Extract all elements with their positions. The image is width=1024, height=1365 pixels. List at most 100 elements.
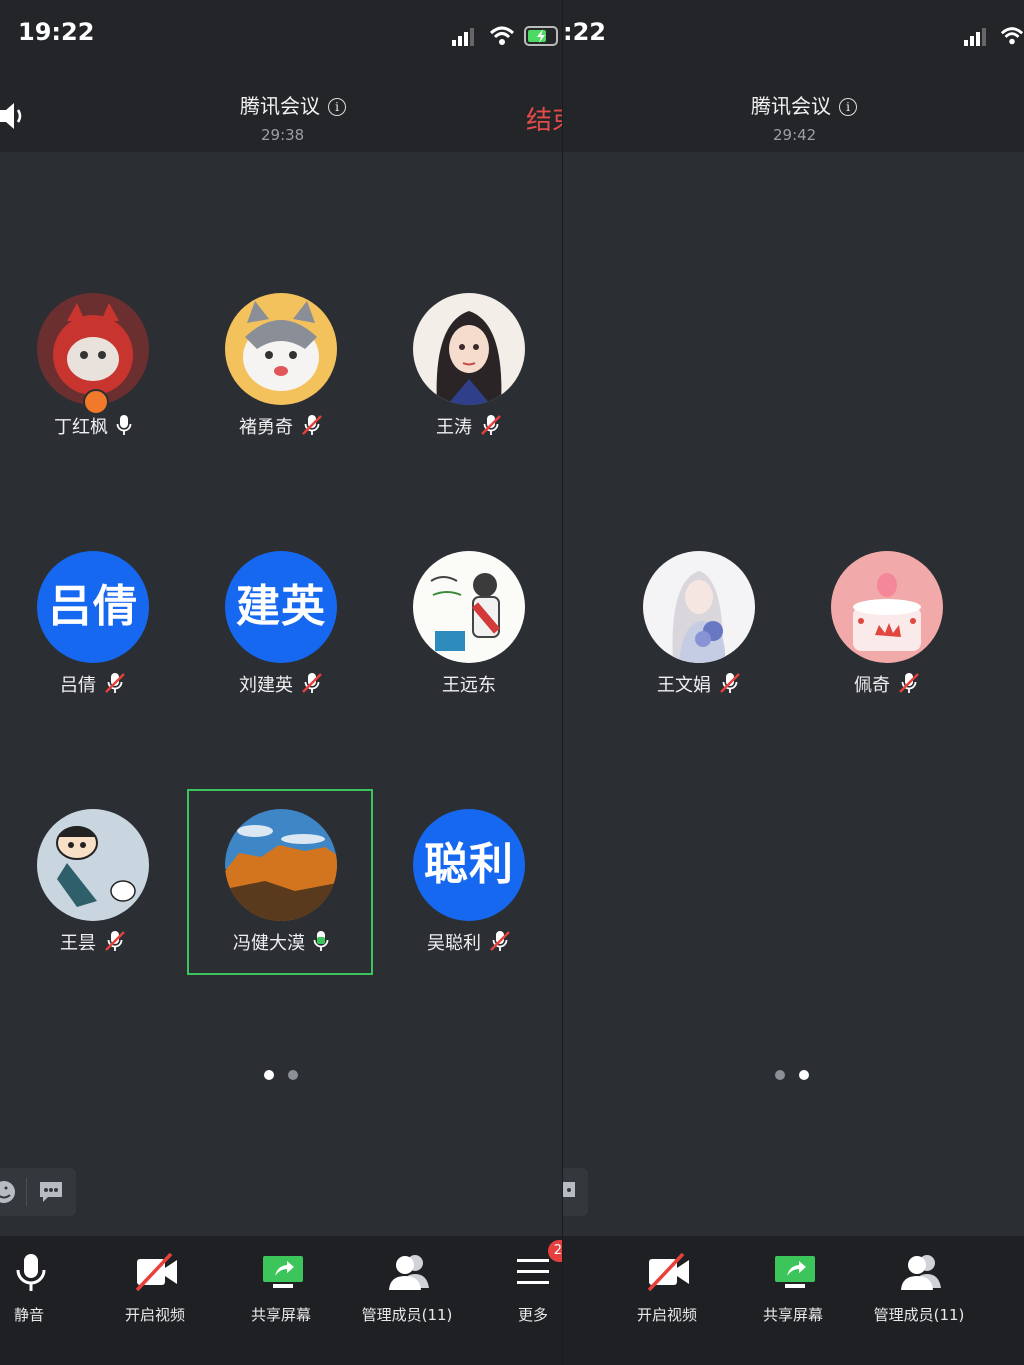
- cellular-signal-icon: [964, 28, 986, 46]
- meeting-title-text: 腾讯会议: [751, 94, 831, 118]
- video-off-icon: [135, 1252, 177, 1292]
- participant-tile[interactable]: 王文娟: [609, 551, 789, 721]
- manage-members-button[interactable]: 管理成员(11): [859, 1246, 979, 1336]
- chat-quick-bar: [563, 1168, 588, 1216]
- avatar: [643, 551, 755, 663]
- participant-tile[interactable]: 佩奇: [797, 551, 977, 721]
- chat-icon[interactable]: [563, 1180, 577, 1204]
- start-video-button[interactable]: 开启视频: [95, 1246, 215, 1336]
- mic-muted-icon: [489, 930, 511, 952]
- page-indicator[interactable]: [257, 1065, 305, 1084]
- meeting-title[interactable]: 腾讯会议 i: [240, 90, 346, 119]
- speaker-icon[interactable]: [0, 100, 26, 132]
- mic-icon: [16, 1254, 46, 1291]
- avatar: [831, 551, 943, 663]
- girl-flowers-avatar-image: [643, 551, 755, 663]
- start-video-label: 开启视频: [124, 1306, 185, 1324]
- meeting-title[interactable]: 腾讯会议 i: [751, 90, 857, 119]
- mic-muted-icon: [104, 930, 126, 952]
- start-video-button[interactable]: 开启视频: [607, 1246, 727, 1336]
- mic-muted-icon: [301, 414, 323, 436]
- video-off-icon: [647, 1252, 689, 1292]
- girl-avatar-image: [413, 293, 525, 405]
- cartoon-avatar-image: [37, 809, 149, 921]
- more-button[interactable]: 21 更多: [473, 1240, 562, 1336]
- avatar-initials: 建英: [225, 551, 337, 663]
- participant-tile[interactable]: 王昙: [3, 809, 183, 979]
- top-bar: :22 腾讯会议 i 29:42: [563, 0, 1024, 152]
- husky-avatar-image: [225, 293, 337, 405]
- mic-on-icon: [116, 414, 132, 436]
- participant-tile[interactable]: 王远东: [379, 551, 559, 721]
- participant-tile[interactable]: 聪利 吴聪利: [379, 809, 559, 979]
- manage-members-button[interactable]: 管理成员(11): [347, 1246, 467, 1336]
- host-badge-icon: [83, 389, 109, 415]
- members-icon: [901, 1255, 941, 1290]
- sketch-avatar-image: [413, 551, 525, 663]
- info-icon[interactable]: i: [328, 98, 346, 116]
- avatar: [413, 551, 525, 663]
- status-time: 19:22: [18, 18, 95, 46]
- bottom-toolbar: 静音 开启视频 共享屏幕 管理成员(11) 2 更多: [0, 1236, 562, 1365]
- bottom-toolbar: 开启视频 共享屏幕 管理成员(11): [563, 1236, 1024, 1365]
- share-screen-button[interactable]: 共享屏幕: [733, 1246, 853, 1336]
- meeting-timer: 29:42: [773, 126, 817, 144]
- participant-tile[interactable]: 丁红枫: [3, 293, 183, 463]
- info-icon[interactable]: i: [839, 98, 857, 116]
- participant-tile[interactable]: 建英 刘建英: [191, 551, 371, 721]
- page-dot[interactable]: [775, 1070, 785, 1080]
- page-dot-active[interactable]: [264, 1070, 274, 1080]
- page-dot-active[interactable]: [799, 1070, 809, 1080]
- participant-tile[interactable]: 褚勇奇: [191, 293, 371, 463]
- meeting-screen-left: 19:22 腾讯会议 i 29:38 结束: [0, 0, 562, 1365]
- meeting-timer: 29:38: [261, 126, 305, 144]
- mute-label: 静音: [13, 1306, 44, 1324]
- avatar: [413, 293, 525, 405]
- participant-name: 吴聪利: [379, 929, 559, 955]
- meeting-screen-right: :22 腾讯会议 i 29:42 王文娟 佩奇 开启视频 共享屏幕 管理成员(1…: [563, 0, 1024, 1365]
- mic-muted-icon: [719, 672, 741, 694]
- manage-members-label: 管理成员(11): [361, 1306, 453, 1324]
- chat-icon[interactable]: [38, 1180, 64, 1204]
- share-screen-label: 共享屏幕: [250, 1306, 311, 1324]
- participant-name: 王昙: [3, 929, 183, 955]
- active-speaker-highlight: [187, 789, 373, 975]
- page-dot[interactable]: [288, 1070, 298, 1080]
- meeting-title-text: 腾讯会议: [240, 94, 320, 118]
- participant-name: 佩奇: [797, 671, 977, 697]
- avatar-initials: 聪利: [413, 809, 525, 921]
- battery-icon: [524, 26, 558, 46]
- page-indicator[interactable]: [768, 1065, 816, 1084]
- participant-name: 刘建英: [191, 671, 371, 697]
- mic-muted-icon: [104, 672, 126, 694]
- participant-tile[interactable]: 吕倩 吕倩: [3, 551, 183, 721]
- avatar-initials: 吕倩: [37, 551, 149, 663]
- participant-tile[interactable]: 王涛: [379, 293, 559, 463]
- status-time: :22: [563, 18, 606, 46]
- manage-members-label: 管理成员(11): [873, 1306, 965, 1324]
- share-screen-icon: [775, 1256, 815, 1288]
- start-video-label: 开启视频: [636, 1306, 697, 1324]
- end-meeting-button[interactable]: 结束: [526, 100, 562, 137]
- share-screen-label: 共享屏幕: [762, 1306, 823, 1324]
- cake-avatar-image: [831, 551, 943, 663]
- participant-name: 王文娟: [609, 671, 789, 697]
- wifi-icon: [489, 26, 515, 45]
- mic-muted-icon: [898, 672, 920, 694]
- top-bar: 19:22 腾讯会议 i 29:38 结束: [0, 0, 562, 152]
- members-icon: [389, 1255, 429, 1290]
- share-screen-icon: [263, 1256, 303, 1288]
- cellular-signal-icon: [452, 28, 474, 46]
- emoji-icon[interactable]: [0, 1180, 16, 1204]
- participant-name: 王涛: [379, 413, 559, 439]
- participant-name: 丁红枫: [3, 413, 183, 439]
- mic-muted-icon: [301, 672, 323, 694]
- wifi-icon: [1000, 27, 1024, 45]
- avatar: [225, 293, 337, 405]
- mute-button[interactable]: 静音: [0, 1246, 89, 1336]
- participant-name: 吕倩: [3, 671, 183, 697]
- more-label: 更多: [517, 1306, 548, 1324]
- participant-name: 王远东: [442, 675, 496, 696]
- participant-name: 褚勇奇: [191, 413, 371, 439]
- share-screen-button[interactable]: 共享屏幕: [221, 1246, 341, 1336]
